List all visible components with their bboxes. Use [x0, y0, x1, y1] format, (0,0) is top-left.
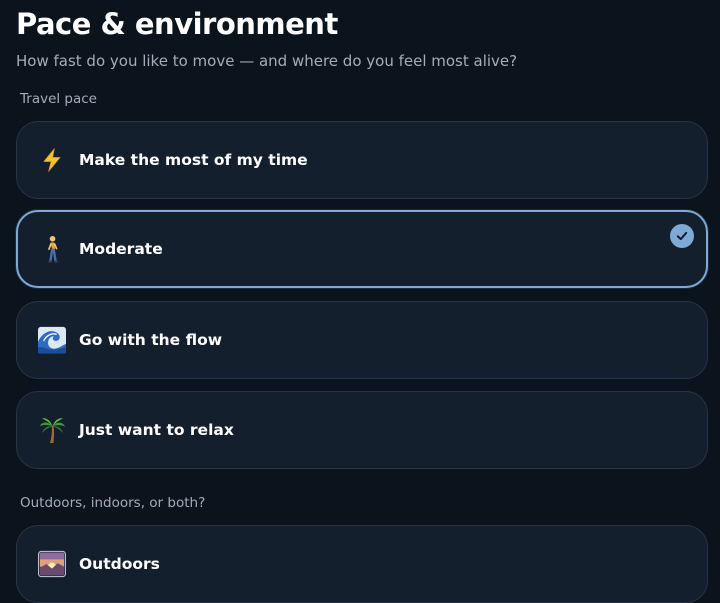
option-label: Just want to relax	[79, 421, 234, 439]
page-title: Pace & environment	[16, 7, 338, 41]
environment-label: Outdoors, indoors, or both?	[20, 495, 206, 511]
option-label: Outdoors	[79, 555, 160, 573]
check-icon	[670, 224, 694, 248]
pace-option-go-with-the-flow[interactable]: Go with the flow	[16, 301, 708, 379]
pace-option-moderate[interactable]: Moderate	[16, 210, 708, 288]
palm-tree-icon	[38, 416, 66, 444]
pace-option-make-the-most[interactable]: Make the most of my time	[16, 121, 708, 199]
pace-option-just-relax[interactable]: Just want to relax	[16, 391, 708, 469]
option-label: Make the most of my time	[79, 151, 308, 169]
sunrise-icon	[38, 550, 66, 578]
walking-person-icon	[38, 235, 66, 263]
page-subtitle: How fast do you like to move — and where…	[16, 52, 518, 70]
option-label: Go with the flow	[79, 331, 223, 349]
travel-pace-label: Travel pace	[20, 91, 97, 107]
environment-option-outdoors[interactable]: Outdoors	[16, 525, 708, 603]
option-label: Moderate	[79, 240, 163, 258]
lightning-bolt-icon	[38, 146, 66, 174]
wave-icon	[38, 326, 66, 354]
